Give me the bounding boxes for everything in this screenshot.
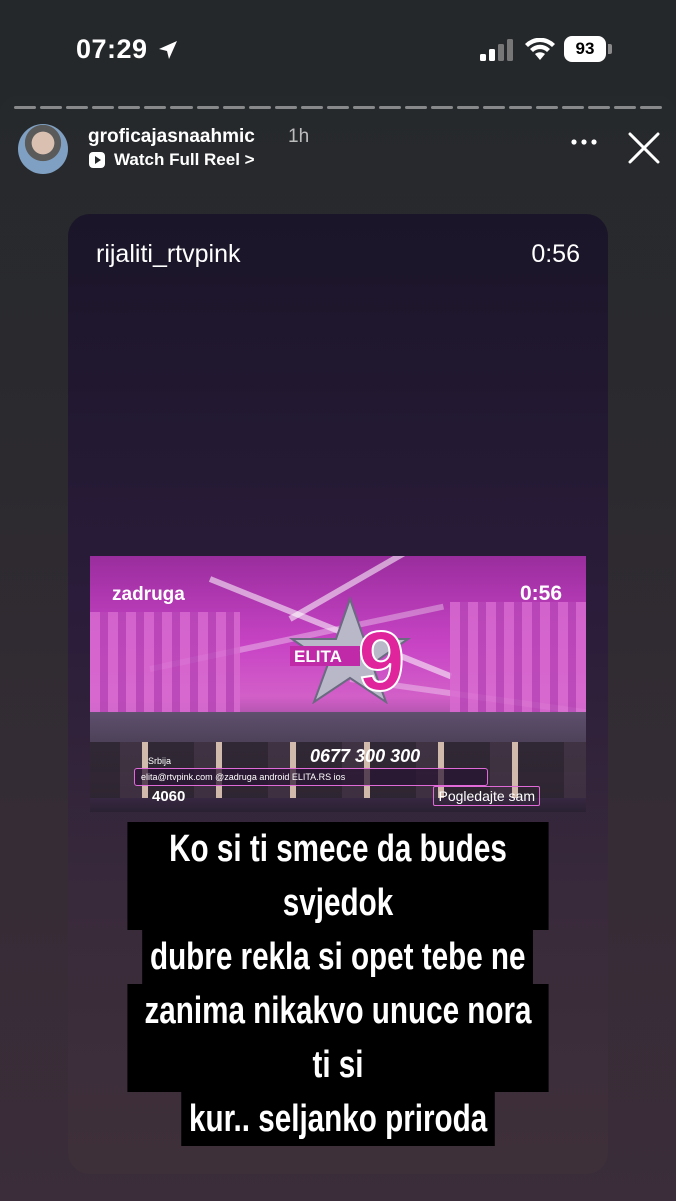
progress-segment xyxy=(170,106,193,109)
phone-number: 0677 300 300 xyxy=(310,746,421,766)
signal-icon xyxy=(480,39,513,61)
caption-line: zanima nikakvo unuce nora ti si xyxy=(127,984,549,1092)
svg-text:ELITA: ELITA xyxy=(294,647,342,666)
status-bar: 07:29 93 xyxy=(0,0,676,96)
story-caption: Ko si ti smece da budes svjedok dubre re… xyxy=(68,822,608,1146)
watch-full-reel-label: Watch Full Reel > xyxy=(114,150,255,169)
progress-segment xyxy=(40,106,63,109)
video-channel-label: zadruga xyxy=(112,584,185,605)
progress-segment xyxy=(431,106,454,109)
progress-segment xyxy=(379,106,402,109)
reel-play-icon xyxy=(89,152,105,168)
progress-segment xyxy=(509,106,532,109)
progress-segment xyxy=(222,106,245,109)
reel-username[interactable]: rijaliti_rtvpink xyxy=(96,240,240,269)
viewer-count: 4060 xyxy=(152,788,186,805)
story-progress-bar xyxy=(14,106,662,110)
caption-line: kur.. seljanko priroda xyxy=(181,1092,495,1146)
battery-icon: 93 xyxy=(564,36,612,62)
progress-segment xyxy=(92,106,115,109)
watch-yourself-sign: Pogledajte sam xyxy=(433,786,540,806)
location-arrow-icon xyxy=(159,41,177,59)
battery-level: 93 xyxy=(564,36,606,62)
progress-segment xyxy=(300,106,323,109)
progress-segment xyxy=(613,106,636,109)
progress-segment xyxy=(274,106,297,109)
region-label: Srbija xyxy=(148,756,172,766)
story-viewer[interactable]: groficajasnaahmic 1h Watch Full Reel > r… xyxy=(0,96,676,1201)
svg-text:9: 9 xyxy=(358,614,405,704)
reel-duration: 0:56 xyxy=(531,240,580,268)
reel-video-thumbnail[interactable]: zadruga 0:56 ELITA 9 Srbija 0677 300 300… xyxy=(90,556,586,812)
progress-segment xyxy=(483,106,506,109)
progress-segment xyxy=(144,106,167,109)
progress-segment xyxy=(561,106,584,109)
wifi-icon xyxy=(525,38,555,60)
progress-segment xyxy=(326,106,350,109)
progress-segment xyxy=(587,106,610,109)
author-avatar[interactable] xyxy=(18,124,68,174)
more-icon[interactable] xyxy=(570,132,598,152)
author-username[interactable]: groficajasnaahmic xyxy=(88,126,255,148)
story-age: 1h xyxy=(288,126,310,147)
progress-segment xyxy=(405,106,428,109)
caption-line: Ko si ti smece da budes svjedok xyxy=(127,822,549,930)
progress-segment xyxy=(535,106,558,109)
progress-segment xyxy=(196,106,219,109)
info-bar: elita@rtvpink.com @zadruga android ELITA… xyxy=(134,768,488,786)
progress-segment xyxy=(66,106,89,109)
video-timer: 0:56 xyxy=(519,582,562,605)
progress-segment xyxy=(248,106,271,109)
watch-full-reel-link[interactable]: Watch Full Reel > xyxy=(88,150,255,170)
shared-reel-card[interactable]: rijaliti_rtvpink 0:56 zadruga 0:56 ELITA… xyxy=(68,214,608,1174)
elita-9-logo: ELITA 9 xyxy=(288,595,412,704)
caption-line: dubre rekla si opet tebe ne xyxy=(142,930,534,984)
progress-segment xyxy=(639,106,662,109)
progress-segment xyxy=(353,106,376,109)
close-icon[interactable] xyxy=(626,130,662,166)
progress-segment xyxy=(118,106,141,109)
progress-segment xyxy=(14,106,37,109)
status-time: 07:29 xyxy=(76,34,148,64)
progress-segment xyxy=(457,106,480,109)
